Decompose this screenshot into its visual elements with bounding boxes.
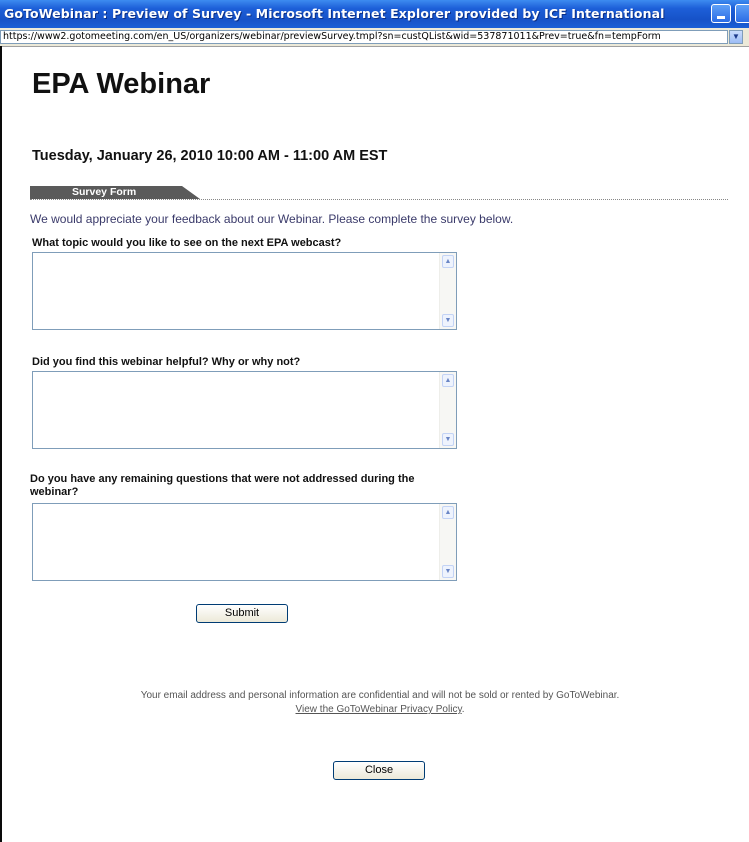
scroll-up-icon[interactable]: ▲ [442,374,454,387]
survey-form-tab: Survey Form [30,186,200,199]
window-title: GoToWebinar : Preview of Survey - Micros… [4,6,665,21]
survey-form-tab-label: Survey Form [72,186,137,198]
privacy-link-period: . [461,704,465,715]
submit-button[interactable]: Submit [196,604,288,623]
window-left-border [0,46,2,842]
question-3-textarea[interactable]: ▲ ▼ [32,503,457,581]
maximize-icon[interactable] [735,4,749,23]
scroll-down-icon[interactable]: ▼ [442,314,454,327]
scroll-down-icon[interactable]: ▼ [442,565,454,578]
scroll-up-icon[interactable]: ▲ [442,506,454,519]
address-bar: https://www2.gotomeeting.com/en_US/organ… [0,28,749,47]
close-button[interactable]: Close [333,761,425,780]
scroll-down-icon[interactable]: ▼ [442,433,454,446]
question-1-label: What topic would you like to see on the … [32,237,342,249]
textarea-scrollbar[interactable]: ▲ ▼ [439,372,456,448]
webinar-date: Tuesday, January 26, 2010 10:00 AM - 11:… [32,148,388,164]
privacy-policy-link[interactable]: View the GoToWebinar Privacy Policy [296,704,462,715]
textarea-scrollbar[interactable]: ▲ ▼ [439,504,456,580]
question-2-textarea[interactable]: ▲ ▼ [32,371,457,449]
privacy-link-row: View the GoToWebinar Privacy Policy. [30,704,730,715]
minimize-icon[interactable] [711,4,731,23]
page-title: EPA Webinar [32,68,211,100]
address-url-field[interactable]: https://www2.gotomeeting.com/en_US/organ… [0,30,728,44]
window-titlebar: GoToWebinar : Preview of Survey - Micros… [0,0,749,28]
textarea-scrollbar[interactable]: ▲ ▼ [439,253,456,329]
question-3-label: Do you have any remaining questions that… [30,473,415,498]
section-divider [30,199,728,200]
address-dropdown-icon[interactable]: ▼ [729,30,743,44]
question-2-label: Did you find this webinar helpful? Why o… [32,356,301,368]
question-1-textarea[interactable]: ▲ ▼ [32,252,457,330]
survey-intro: We would appreciate your feedback about … [30,212,514,226]
privacy-notice: Your email address and personal informat… [140,690,620,701]
scroll-up-icon[interactable]: ▲ [442,255,454,268]
